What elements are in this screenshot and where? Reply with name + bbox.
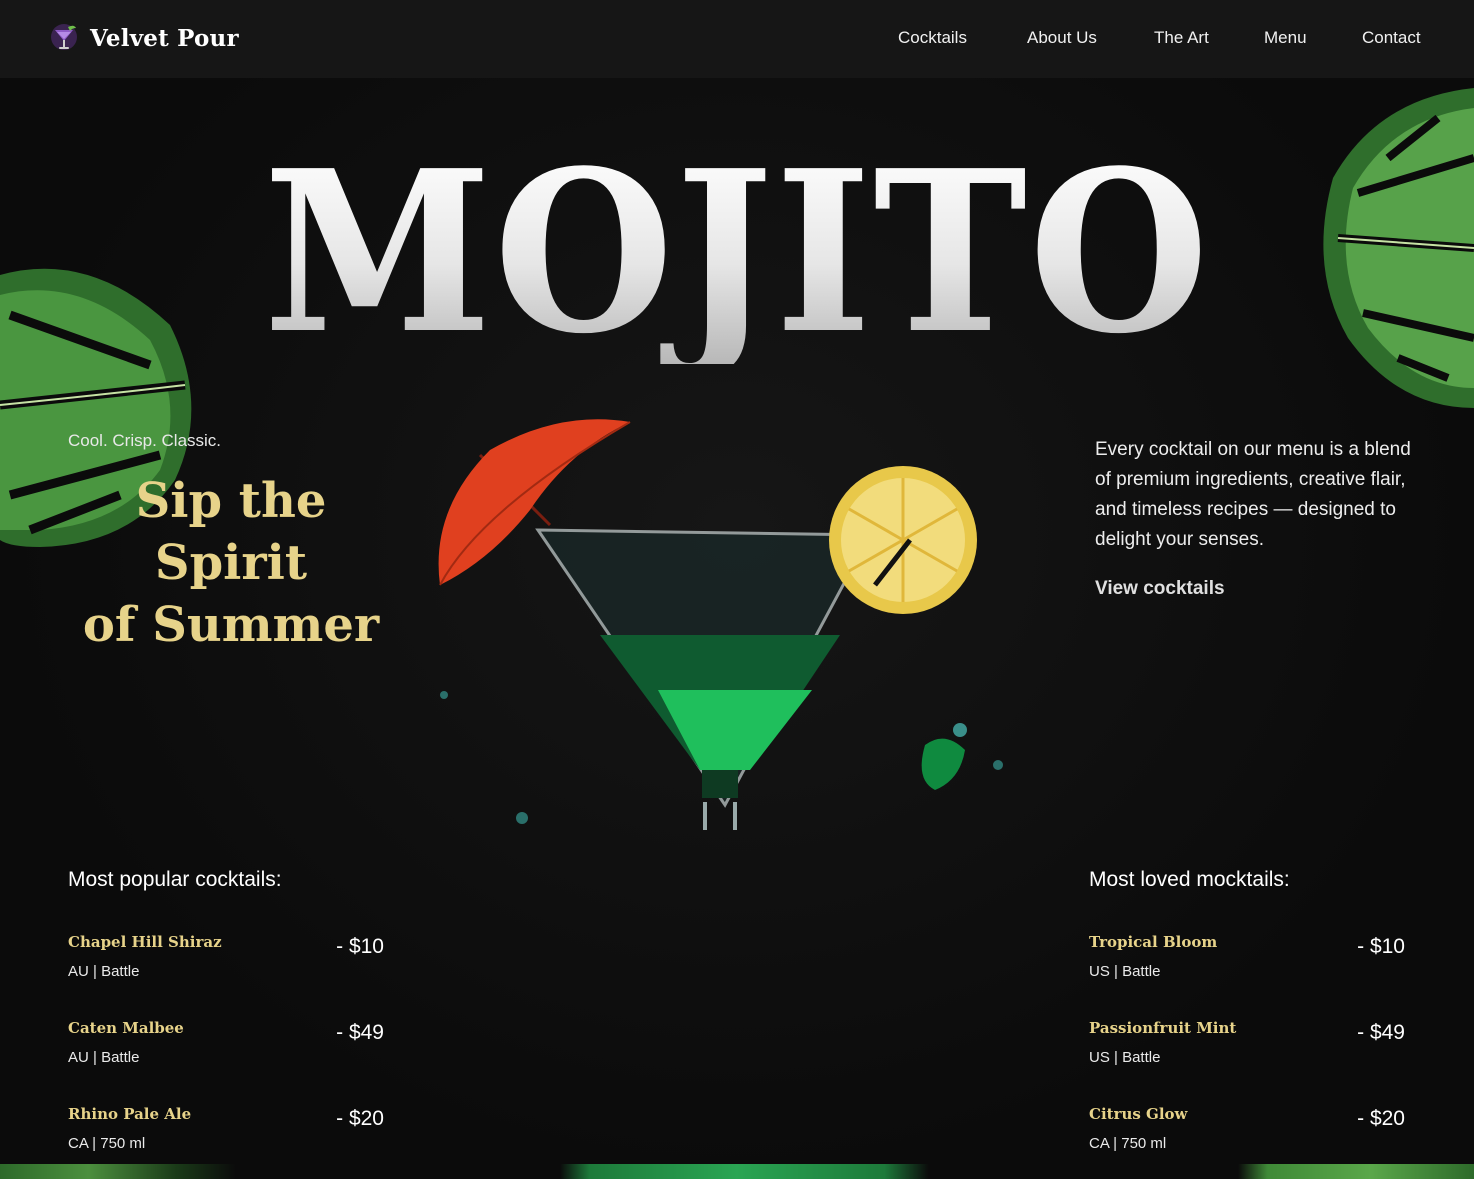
drink-name: Tropical Bloom <box>1089 933 1218 951</box>
hero-headline-line-2: of Summer <box>82 597 380 653</box>
drink-price: - $49 <box>1357 1021 1405 1044</box>
list-item[interactable]: Chapel Hill Shiraz AU | Battle - $10 <box>68 933 384 993</box>
nav-link-the-art[interactable]: The Art <box>1154 28 1209 48</box>
loved-mocktails-title: Most loved mocktails: <box>1089 868 1290 891</box>
nav-link-menu[interactable]: Menu <box>1264 28 1307 48</box>
nav-links: Cocktails About Us The Art Menu Contact <box>0 28 1474 52</box>
drink-name: Chapel Hill Shiraz <box>68 933 222 951</box>
drink-name: Passionfruit Mint <box>1089 1019 1237 1037</box>
list-item[interactable]: Citrus Glow CA | 750 ml - $20 <box>1089 1105 1405 1165</box>
drink-meta: AU | Battle <box>68 1049 140 1066</box>
list-item[interactable]: Tropical Bloom US | Battle - $10 <box>1089 933 1405 993</box>
top-navigation-bar: Velvet Pour Cocktails About Us The Art M… <box>0 0 1474 78</box>
drink-price: - $10 <box>336 935 384 958</box>
drink-price: - $49 <box>336 1021 384 1044</box>
hero-headline: Sip the Spirit of Summer <box>66 470 396 656</box>
drink-meta: US | Battle <box>1089 963 1161 980</box>
drink-name: Citrus Glow <box>1089 1105 1188 1123</box>
hero-description: Every cocktail on our menu is a blend of… <box>1095 439 1411 550</box>
list-item[interactable]: Passionfruit Mint US | Battle - $49 <box>1089 1019 1405 1079</box>
drink-price: - $20 <box>1357 1107 1405 1130</box>
hero-title: MOJITO <box>52 142 1423 364</box>
hero-headline-line-1: Sip the Spirit <box>135 473 327 591</box>
drink-meta: US | Battle <box>1089 1049 1161 1066</box>
martini-glass-illustration <box>438 419 1003 830</box>
nav-link-about-us[interactable]: About Us <box>1027 28 1097 48</box>
drink-name: Rhino Pale Ale <box>68 1105 192 1123</box>
drink-meta: AU | Battle <box>68 963 140 980</box>
view-cocktails-link[interactable]: View cocktails <box>1095 578 1225 600</box>
drink-meta: CA | 750 ml <box>68 1135 146 1152</box>
drink-name: Caten Malbee <box>68 1019 184 1037</box>
hero-tagline: Cool. Crisp. Classic. <box>68 431 222 450</box>
list-item[interactable]: Caten Malbee AU | Battle - $49 <box>68 1019 384 1079</box>
popular-cocktails-title: Most popular cocktails: <box>68 868 282 891</box>
drink-price: - $10 <box>1357 935 1405 958</box>
drink-meta: CA | 750 ml <box>1089 1135 1167 1152</box>
nav-link-cocktails[interactable]: Cocktails <box>898 28 967 48</box>
nav-link-contact[interactable]: Contact <box>1362 28 1421 48</box>
bottom-decorative-strip <box>0 1164 1474 1179</box>
list-item[interactable]: Rhino Pale Ale CA | 750 ml - $20 <box>68 1105 384 1165</box>
drink-price: - $20 <box>336 1107 384 1130</box>
